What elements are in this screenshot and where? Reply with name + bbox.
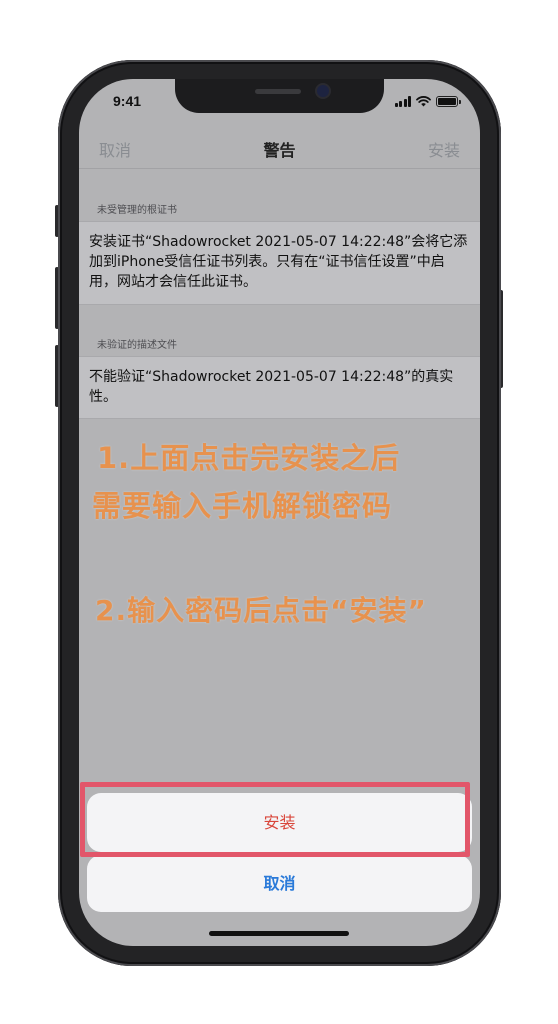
navigation-bar: 取消 警告 安装 [79,129,480,167]
battery-level [438,98,456,105]
nav-divider [79,168,480,169]
annotation-step1-line1: 1.上面点击完安装之后 [97,441,401,475]
battery-icon [436,96,461,107]
section-header-root-certificate: 未受管理的根证书 [97,205,177,216]
annotation-step1-line2: 需要输入手机解锁密码 [92,489,393,523]
status-icons [394,95,461,107]
section-body-root-certificate: 安装证书“Shadowrocket 2021-05-07 14:22:48”会将… [79,221,480,305]
speaker-grille [255,89,301,94]
notch [175,79,384,113]
front-camera [317,85,329,97]
section-header-unverified-profile: 未验证的描述文件 [97,340,177,351]
annotation-highlight-box [80,782,470,857]
sheet-cancel-button[interactable]: 取消 [87,855,472,912]
home-indicator[interactable] [209,931,349,936]
cellular-signal-icon [394,96,411,107]
nav-install-button[interactable]: 安装 [428,137,460,161]
nav-title: 警告 [263,141,296,160]
status-time: 9:41 [113,93,142,109]
annotation-step2: 2.输入密码后点击“安装” [95,594,427,627]
wifi-icon [416,96,431,107]
section-body-unverified-profile: 不能验证“Shadowrocket 2021-05-07 14:22:48”的真… [79,356,480,419]
